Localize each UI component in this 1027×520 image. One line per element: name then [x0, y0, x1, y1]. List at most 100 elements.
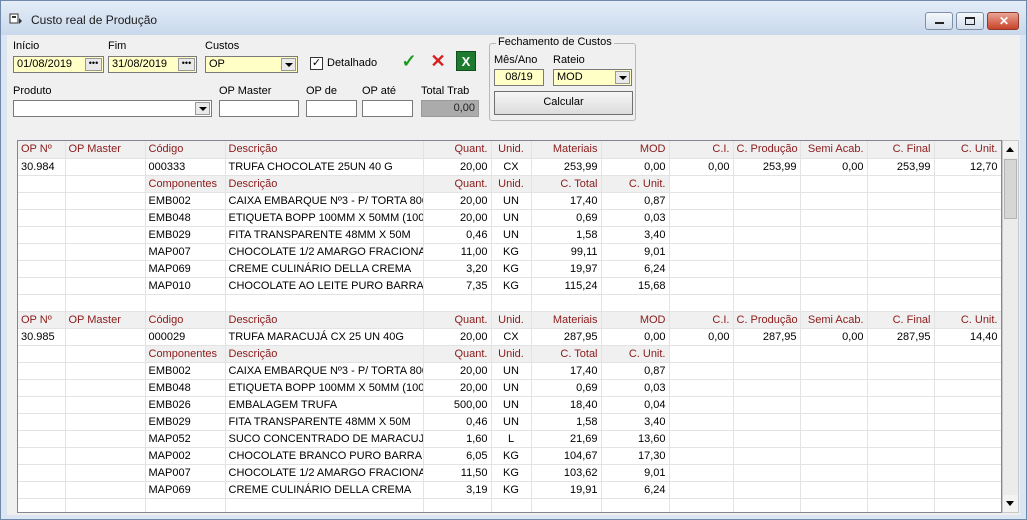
component-row[interactable]: MAP052 SUCO CONCENTRADO DE MARACUJÁ 1,60 L 2…: [18, 430, 1001, 448]
table-cell: [65, 345, 146, 363]
component-row[interactable]: MAP010 CHOCOLATE AO LEITE PURO BARRA 7,35 K…: [18, 277, 1001, 295]
form-client-area: Início 01/08/2019 ••• Fim 31/08/2019 •••…: [7, 35, 1020, 515]
grid-vertical-scrollbar[interactable]: [1002, 140, 1019, 513]
op-master-input[interactable]: [219, 100, 299, 117]
table-cell: [733, 209, 801, 227]
arrow-down-icon: [1006, 501, 1014, 506]
op-de-input[interactable]: [306, 100, 357, 117]
component-row[interactable]: MAP002 CHOCOLATE BRANCO PURO BARRA P/6,05…: [18, 447, 1001, 465]
table-cell: [800, 243, 868, 261]
chevron-down-icon[interactable]: [615, 71, 630, 84]
component-row[interactable]: MAP069 CREME CULINÁRIO DELLA CREMA 3,20 KG 1…: [18, 260, 1001, 278]
custos-select[interactable]: OP: [205, 56, 298, 73]
produto-select[interactable]: [13, 100, 212, 117]
table-row[interactable]: 30.985 000029 TRUFA MARACUJÁ CX 25 UN 40G 2…: [18, 328, 1001, 346]
maximize-button[interactable]: [956, 12, 984, 30]
table-row[interactable]: 30.984 000333 TRUFA CHOCOLATE 25UN 40 G 20,…: [18, 158, 1001, 176]
detalhado-checkbox[interactable]: ✓: [310, 57, 323, 70]
column-header: C. Final: [867, 311, 935, 329]
table-cell: [934, 209, 1001, 227]
inicio-picker-button[interactable]: •••: [85, 58, 102, 71]
table-cell: [669, 294, 734, 312]
table-cell: [18, 277, 66, 295]
title-bar[interactable]: Custo real de Produção ✕: [1, 1, 1026, 35]
scroll-down-arrow[interactable]: [1003, 495, 1018, 512]
table-cell: MAP002: [145, 447, 226, 465]
component-row[interactable]: EMB002 CAIXA EMBARQUE Nº3 - P/ TORTA 800G…: [18, 362, 1001, 380]
scroll-thumb[interactable]: [1004, 159, 1017, 219]
table-cell: [18, 175, 66, 193]
component-row[interactable]: EMB002 CAIXA EMBARQUE Nº3 - P/ TORTA 800G…: [18, 192, 1001, 210]
confirm-check-icon[interactable]: ✓: [398, 50, 420, 72]
cancel-x-icon[interactable]: ✕: [427, 50, 449, 72]
table-cell: [601, 294, 670, 312]
scroll-up-arrow[interactable]: [1003, 141, 1018, 158]
table-cell: [733, 396, 801, 414]
table-cell: FITA TRANSPARENTE 48MM X 50M: [225, 413, 424, 431]
component-row[interactable]: EMB029 FITA TRANSPARENTE 48MM X 50M 0,46 UN…: [18, 226, 1001, 244]
component-row[interactable]: EMB026 EMBALAGEM TRUFA 500,00 UN 18,40 0,04: [18, 396, 1001, 414]
table-cell: 7,35: [423, 277, 492, 295]
chevron-down-icon[interactable]: [281, 58, 296, 71]
column-header: Quant.: [423, 141, 492, 159]
table-cell: [669, 175, 734, 193]
mes-ano-input[interactable]: 08/19: [494, 69, 544, 86]
component-row[interactable]: EMB048 ETIQUETA BOPP 100MM X 50MM (1000/R…: [18, 209, 1001, 227]
close-button[interactable]: ✕: [987, 12, 1019, 30]
table-cell: [225, 498, 424, 512]
table-cell: 17,40: [531, 192, 602, 210]
component-row[interactable]: EMB029 FITA TRANSPARENTE 48MM X 50M 0,46 UN…: [18, 413, 1001, 431]
table-cell: CX: [491, 158, 532, 176]
op-ate-input[interactable]: [362, 100, 413, 117]
component-row[interactable]: MAP007 CHOCOLATE 1/2 AMARGO FRACIONAD 11,5…: [18, 464, 1001, 482]
component-row[interactable]: EMB048 ETIQUETA BOPP 100MM X 50MM (1000/R…: [18, 379, 1001, 397]
table-cell: 20,00: [423, 158, 492, 176]
table-cell: [669, 345, 734, 363]
mes-ano-label: Mês/Ano: [494, 54, 538, 66]
table-cell: [733, 379, 801, 397]
blank-row[interactable]: [18, 294, 1001, 312]
table-cell: [18, 430, 66, 448]
table-cell: [800, 362, 868, 380]
table-cell: [18, 396, 66, 414]
chevron-down-icon[interactable]: [195, 102, 210, 115]
table-cell: 0,00: [800, 328, 868, 346]
table-cell: [18, 498, 66, 512]
inicio-date-field[interactable]: 01/08/2019 •••: [13, 56, 104, 73]
table-cell: 99,11: [531, 243, 602, 261]
total-trab-label: Total Trab: [421, 85, 470, 97]
table-header-row[interactable]: OP Nº OP Master Código Descrição Quant. Unid.…: [18, 141, 1001, 159]
table-cell: 20,00: [423, 328, 492, 346]
table-cell: [733, 277, 801, 295]
component-header-row[interactable]: Componentes Descrição Quant. Unid. C. Total C…: [18, 175, 1001, 193]
table-cell: [867, 243, 935, 261]
table-header-row[interactable]: OP Nº OP Master Código Descrição Quant. Unid.…: [18, 311, 1001, 329]
column-header: C. Final: [867, 141, 935, 159]
table-cell: [65, 464, 146, 482]
table-cell: 9,01: [601, 464, 670, 482]
table-cell: ETIQUETA BOPP 100MM X 50MM (1000/R: [225, 379, 424, 397]
minimize-button[interactable]: [925, 12, 953, 30]
table-cell: [669, 464, 734, 482]
column-header: Unid.: [491, 141, 532, 159]
table-cell: 12,70: [934, 158, 1001, 176]
table-cell: [867, 413, 935, 431]
component-header-row[interactable]: Componentes Descrição Quant. Unid. C. Total C…: [18, 345, 1001, 363]
calcular-button[interactable]: Calcular: [494, 91, 633, 115]
table-cell: [733, 226, 801, 244]
cost-grid[interactable]: OP Nº OP Master Código Descrição Quant. Unid.…: [17, 140, 1002, 513]
table-cell: CHOCOLATE 1/2 AMARGO FRACIONADO: [225, 243, 424, 261]
blank-row[interactable]: [18, 498, 1001, 512]
table-cell: [669, 430, 734, 448]
table-cell: EMB002: [145, 362, 226, 380]
component-column-header: C. Total: [531, 175, 602, 193]
component-row[interactable]: MAP007 CHOCOLATE 1/2 AMARGO FRACIONADO 11,…: [18, 243, 1001, 261]
excel-export-icon[interactable]: X: [456, 51, 476, 71]
rateio-select[interactable]: MOD: [553, 69, 632, 86]
fim-date-field[interactable]: 31/08/2019 •••: [108, 56, 197, 73]
component-row[interactable]: MAP069 CREME CULINÁRIO DELLA CREMA 3,19 KG 1…: [18, 481, 1001, 499]
table-cell: 000029: [145, 328, 226, 346]
fim-picker-button[interactable]: •••: [178, 58, 195, 71]
mes-ano-value: 08/19: [505, 71, 533, 83]
table-cell: [733, 464, 801, 482]
